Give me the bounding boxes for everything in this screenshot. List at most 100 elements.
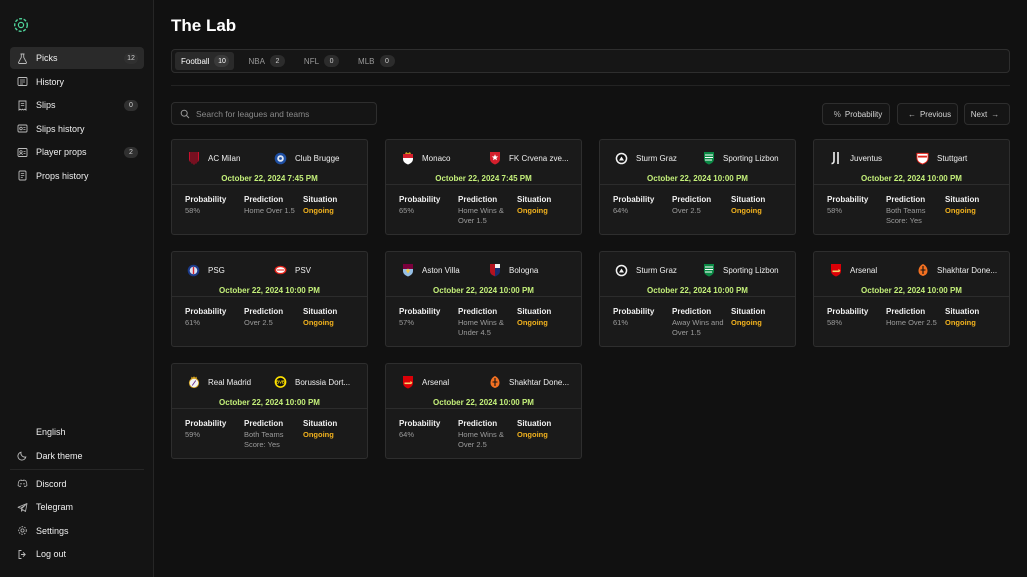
situation-column: Situation Ongoing — [303, 419, 363, 440]
arrow-right-icon: → — [991, 109, 1000, 119]
theme-toggle[interactable]: Dark theme — [10, 445, 144, 467]
settings-link[interactable]: Settings — [10, 520, 144, 542]
sidebar-item-label: Slips history — [36, 123, 85, 134]
sidebar-item-label: Player props — [36, 147, 87, 157]
previous-button-label: Previous — [919, 109, 952, 119]
match-teams: Arsenal Shakhtar Done... — [386, 373, 581, 391]
previous-button[interactable]: ← Previous — [897, 103, 958, 125]
divider — [814, 184, 1009, 185]
prediction-column: Prediction Home Wins & Under 4.5 — [458, 307, 514, 338]
tab-label: NBA — [248, 56, 265, 66]
prediction-value: Both Teams Score: Yes — [886, 206, 926, 225]
match-teams: PSG PSV — [172, 261, 367, 279]
match-card[interactable]: Aston Villa Bologna October 22, 2024 10:… — [385, 251, 582, 347]
sidebar-item-label: Props history — [36, 170, 89, 181]
home-team-name: Arsenal — [422, 377, 450, 387]
divider — [10, 468, 144, 470]
away-team-name: Sporting Lizbon — [723, 265, 779, 275]
prediction-value: Home Over 2.5 — [886, 318, 937, 327]
next-button-label: Next — [970, 109, 988, 119]
logout-icon — [17, 549, 28, 560]
discord-label: Discord — [36, 478, 67, 489]
match-card[interactable]: Juventus Stuttgart October 22, 2024 10:0… — [813, 139, 1010, 235]
next-button[interactable]: Next → — [964, 103, 1010, 125]
tab-label: Football — [181, 56, 210, 66]
match-card[interactable]: Sturm Graz Sporting Lizbon October 22, 2… — [599, 251, 796, 347]
match-date: October 22, 2024 10:00 PM — [647, 286, 748, 295]
match-card[interactable]: Arsenal Shakhtar Done... October 22, 202… — [813, 251, 1010, 347]
away-team: PSV — [274, 261, 311, 279]
props-history-icon — [17, 170, 28, 181]
probability-column: Probability 58% — [827, 307, 881, 328]
search-input[interactable] — [196, 108, 366, 119]
match-date: October 22, 2024 10:00 PM — [433, 286, 534, 295]
gear-icon — [17, 525, 28, 536]
situation-status: Ongoing — [303, 318, 334, 327]
telegram-link[interactable]: Telegram — [10, 496, 144, 518]
divider — [386, 296, 581, 297]
home-team: Aston Villa — [401, 261, 460, 279]
home-team: Real Madrid — [187, 373, 251, 391]
match-card[interactable]: Monaco FK Crvena zve... October 22, 2024… — [385, 139, 582, 235]
tab-football[interactable]: Football 10 — [175, 52, 235, 70]
situation-status: Ongoing — [517, 318, 548, 327]
percent-icon: % — [833, 109, 841, 119]
match-date: October 22, 2024 10:00 PM — [219, 398, 320, 407]
match-card[interactable]: Real Madrid BVB Borussia Dort... October… — [171, 363, 368, 459]
sidebar-item-props-history[interactable]: Props history — [10, 165, 144, 187]
tab-count: 0 — [324, 55, 340, 67]
probability-column: Probability 58% — [827, 195, 881, 216]
tab-mlb[interactable]: MLB 0 — [352, 52, 399, 70]
sidebar-item-slips-history[interactable]: Slips history — [10, 118, 144, 140]
app-logo-icon[interactable] — [13, 17, 29, 33]
probability-column: Probability 59% — [185, 419, 239, 440]
prediction-value: Home Wins & Under 4.5 — [458, 318, 504, 337]
probability-value: 57% — [399, 318, 415, 327]
dortmund-crest-icon: BVB — [274, 375, 287, 389]
flask-icon — [17, 53, 28, 64]
probability-value: 58% — [827, 206, 843, 215]
match-card[interactable]: AC Milan Club Brugge October 22, 2024 7:… — [171, 139, 368, 235]
match-date: October 22, 2024 10:00 PM — [647, 174, 748, 183]
situation-heading: Situation — [517, 195, 552, 204]
away-team: Sporting Lizbon — [702, 149, 779, 167]
sidebar-item-player-props[interactable]: Player props 2 — [10, 141, 144, 163]
language-selector[interactable]: English — [10, 421, 144, 443]
sturm-graz-crest-icon — [615, 151, 628, 165]
logout-button[interactable]: Log out — [10, 543, 144, 565]
sidebar-item-history[interactable]: History — [10, 71, 144, 93]
situation-column: Situation Ongoing — [731, 307, 791, 328]
probability-heading: Probability — [613, 195, 655, 204]
tab-count: 10 — [214, 55, 230, 67]
club-brugge-crest-icon — [274, 151, 287, 165]
away-team-name: Stuttgart — [937, 153, 968, 163]
probability-heading: Probability — [185, 419, 227, 428]
situation-heading: Situation — [945, 307, 980, 316]
away-team-name: Borussia Dort... — [295, 377, 351, 387]
sidebar-item-picks[interactable]: Picks 12 — [10, 47, 144, 69]
probability-sort-button[interactable]: % Probability — [822, 103, 890, 125]
home-team-name: Juventus — [850, 153, 883, 163]
sporting-crest-icon — [702, 263, 715, 277]
match-card[interactable]: Sturm Graz Sporting Lizbon October 22, 2… — [599, 139, 796, 235]
away-team: Shakhtar Done... — [488, 373, 569, 391]
prediction-value: Over 2.5 — [244, 318, 273, 327]
tab-nfl[interactable]: NFL 0 — [298, 52, 344, 70]
probability-heading: Probability — [613, 307, 655, 316]
situation-heading: Situation — [945, 195, 980, 204]
real-madrid-crest-icon — [187, 375, 200, 389]
arsenal-crest-icon — [829, 263, 842, 277]
home-team: Juventus — [829, 149, 882, 167]
situation-heading: Situation — [303, 195, 338, 204]
probability-column: Probability 58% — [185, 195, 239, 216]
tab-nba[interactable]: NBA 2 — [242, 52, 289, 70]
probability-heading: Probability — [399, 419, 441, 428]
discord-link[interactable]: Discord — [10, 473, 144, 495]
match-date: October 22, 2024 10:00 PM — [433, 398, 534, 407]
sidebar-item-slips[interactable]: Slips 0 — [10, 94, 144, 116]
away-team: Club Brugge — [274, 149, 339, 167]
sidebar-item-label: Picks — [36, 53, 58, 63]
home-team-name: PSG — [208, 265, 225, 275]
match-card[interactable]: PSG PSV October 22, 2024 10:00 PM Probab… — [171, 251, 368, 347]
match-card[interactable]: Arsenal Shakhtar Done... October 22, 202… — [385, 363, 582, 459]
